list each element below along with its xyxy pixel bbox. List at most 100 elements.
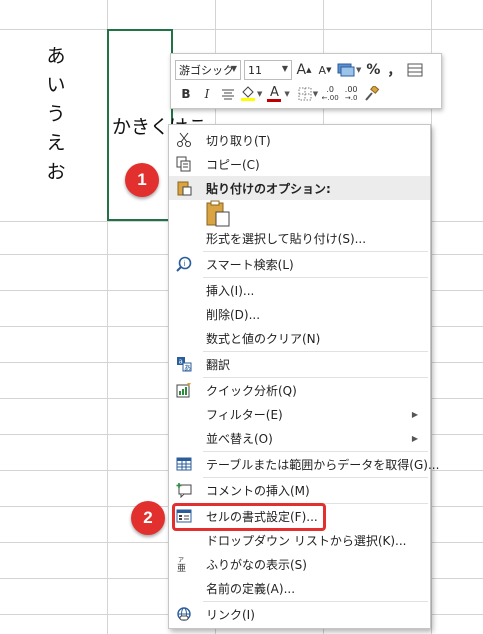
phonetic-guide-icon: ア亜 bbox=[175, 555, 193, 573]
copy-icon bbox=[175, 155, 193, 173]
cell-char: お bbox=[46, 161, 66, 183]
shrink-font-button[interactable]: A ▼ bbox=[316, 60, 334, 80]
clipboard-icon bbox=[175, 179, 193, 197]
mini-toolbar: 游ゴシック ▼ 11 ▼ A ▲ A ▼ ▼ % ， B I ▼ A ▼ ▼ .… bbox=[170, 53, 442, 109]
menu-item-insert[interactable]: 挿入(I)... bbox=[169, 278, 430, 302]
paint-bucket-icon bbox=[241, 86, 255, 101]
translate-icon: aあ bbox=[175, 355, 193, 373]
svg-text:i: i bbox=[184, 260, 186, 268]
menu-item-delete[interactable]: 削除(D)... bbox=[169, 302, 430, 326]
align-center-button[interactable] bbox=[219, 84, 237, 104]
menu-item-label: 挿入(I)... bbox=[206, 283, 255, 298]
font-color-button[interactable]: A bbox=[265, 84, 283, 104]
format-painter-table-button[interactable] bbox=[406, 60, 424, 80]
menu-item-define-name[interactable]: 名前の定義(A)... bbox=[169, 576, 430, 600]
menu-item-label: クイック分析(Q) bbox=[206, 383, 297, 398]
chevron-down-icon: ▼ bbox=[284, 90, 290, 98]
grow-font-icon: A bbox=[296, 62, 307, 78]
format-painter-button[interactable] bbox=[363, 84, 381, 104]
chevron-down-icon: ▼ bbox=[312, 90, 319, 98]
arrow-left-icon: ←.00 bbox=[321, 94, 339, 102]
font-color-bar bbox=[267, 98, 282, 102]
mini-toolbar-row-2: B I ▼ A ▼ ▼ .0 ←.00 .00 →.0 bbox=[175, 83, 381, 105]
smart-lookup-icon: i bbox=[175, 255, 193, 273]
grow-font-button[interactable]: A ▲ bbox=[295, 60, 313, 80]
menu-header-label: 貼り付けのオプション: bbox=[206, 181, 331, 196]
menu-item-clear-contents[interactable]: 数式と値のクリア(N) bbox=[169, 326, 430, 350]
decrease-decimal-icon: .00 bbox=[344, 85, 358, 94]
menu-item-label: リンク(I) bbox=[206, 607, 255, 622]
quick-analysis-icon bbox=[175, 381, 193, 399]
menu-item-sort[interactable]: 並べ替え(O) ▶ bbox=[169, 426, 430, 450]
menu-item-label: ふりがなの表示(S) bbox=[206, 557, 307, 572]
format-cells-highlight bbox=[172, 503, 326, 531]
italic-icon: I bbox=[204, 87, 210, 101]
menu-item-label: コピー(C) bbox=[206, 157, 260, 172]
chevron-down-icon: ▼ bbox=[230, 64, 237, 73]
svg-text:あ: あ bbox=[184, 364, 191, 372]
menu-item-label: 数式と値のクリア(N) bbox=[206, 331, 321, 346]
increase-decimal-button[interactable]: .0 ←.00 bbox=[321, 84, 339, 104]
svg-text:a: a bbox=[179, 358, 183, 366]
menu-item-label: 形式を選択して貼り付け(S)... bbox=[206, 231, 367, 246]
cell-char: い bbox=[46, 74, 66, 96]
paste-icon[interactable] bbox=[204, 200, 232, 228]
link-icon bbox=[175, 605, 193, 623]
cell-a-vertical-text[interactable]: あ い う え お bbox=[44, 42, 68, 187]
font-name-combo[interactable]: 游ゴシック ▼ bbox=[175, 60, 241, 80]
menu-item-label: フィルター(E) bbox=[206, 407, 283, 422]
paintbrush-icon bbox=[365, 86, 380, 101]
mini-toolbar-row-1: 游ゴシック ▼ 11 ▼ A ▲ A ▼ ▼ % ， bbox=[175, 59, 424, 81]
percent-style-button[interactable]: % bbox=[364, 60, 382, 80]
context-menu: 切り取り(T) コピー(C) 貼り付けのオプション: 形式を選択して貼り付け(S… bbox=[168, 124, 439, 629]
font-size-combo[interactable]: 11 ▼ bbox=[244, 60, 292, 80]
menu-item-smart-lookup[interactable]: i スマート検索(L) bbox=[169, 252, 430, 276]
menu-item-label: 並べ替え(O) bbox=[206, 431, 273, 446]
cell-char: う bbox=[46, 103, 66, 125]
align-center-icon bbox=[222, 89, 234, 100]
menu-item-label: スマート検索(L) bbox=[206, 257, 294, 272]
comma-icon: ， bbox=[387, 63, 402, 79]
cell-char: え bbox=[46, 132, 66, 154]
menu-item-label: 切り取り(T) bbox=[206, 133, 271, 148]
paste-options-header: 貼り付けのオプション: bbox=[169, 176, 430, 200]
menu-item-label: 翻訳 bbox=[206, 357, 231, 372]
scissors-icon bbox=[175, 131, 193, 149]
menu-item-filter[interactable]: フィルター(E) ▶ bbox=[169, 402, 430, 426]
font-size-value: 11 bbox=[248, 63, 262, 77]
menu-item-label: 削除(D)... bbox=[206, 307, 261, 322]
menu-item-pick-from-list[interactable]: ドロップダウン リストから選択(K)... bbox=[169, 528, 430, 552]
bold-icon: B bbox=[181, 87, 191, 101]
borders-icon bbox=[298, 87, 312, 101]
menu-item-copy[interactable]: コピー(C) bbox=[169, 152, 430, 176]
menu-item-insert-comment[interactable]: コメントの挿入(M) bbox=[169, 478, 430, 502]
submenu-arrow-icon: ▶ bbox=[411, 409, 418, 419]
menu-item-get-data[interactable]: テーブルまたは範囲からデータを取得(G)... bbox=[169, 452, 439, 476]
borders-button[interactable]: ▼ bbox=[298, 84, 318, 104]
chevron-down-icon: ▼ bbox=[356, 66, 362, 74]
menu-item-label: コメントの挿入(M) bbox=[206, 483, 310, 498]
font-color-icon: A bbox=[269, 84, 279, 100]
comma-style-button[interactable]: ， bbox=[385, 60, 403, 80]
menu-item-translate[interactable]: aあ 翻訳 bbox=[169, 352, 430, 376]
currency-icon bbox=[337, 63, 355, 77]
menu-item-paste-special[interactable]: 形式を選択して貼り付け(S)... bbox=[169, 226, 430, 250]
menu-item-cut[interactable]: 切り取り(T) bbox=[169, 128, 430, 152]
arrow-right-icon: →.0 bbox=[344, 94, 358, 102]
svg-text:ア: ア bbox=[178, 557, 184, 564]
font-name-value: 游ゴシック bbox=[179, 64, 234, 77]
fill-color-button[interactable]: ▼ bbox=[240, 84, 262, 104]
number-format-button[interactable]: ▼ bbox=[337, 60, 361, 80]
row-divider bbox=[0, 29, 483, 30]
decrease-decimal-button[interactable]: .00 →.0 bbox=[342, 84, 360, 104]
menu-item-label: テーブルまたは範囲からデータを取得(G)... bbox=[206, 457, 440, 472]
table-format-icon bbox=[407, 63, 423, 77]
italic-button[interactable]: I bbox=[198, 84, 216, 104]
cell-char: あ bbox=[46, 45, 66, 67]
bold-button[interactable]: B bbox=[177, 84, 195, 104]
increase-decimal-icon: .0 bbox=[326, 85, 334, 94]
menu-item-quick-analysis[interactable]: クイック分析(Q) bbox=[169, 378, 430, 402]
menu-item-link[interactable]: リンク(I) bbox=[169, 602, 430, 626]
menu-item-show-phonetic[interactable]: ア亜 ふりがなの表示(S) bbox=[169, 552, 430, 576]
menu-item-label: ドロップダウン リストから選択(K)... bbox=[206, 533, 407, 548]
